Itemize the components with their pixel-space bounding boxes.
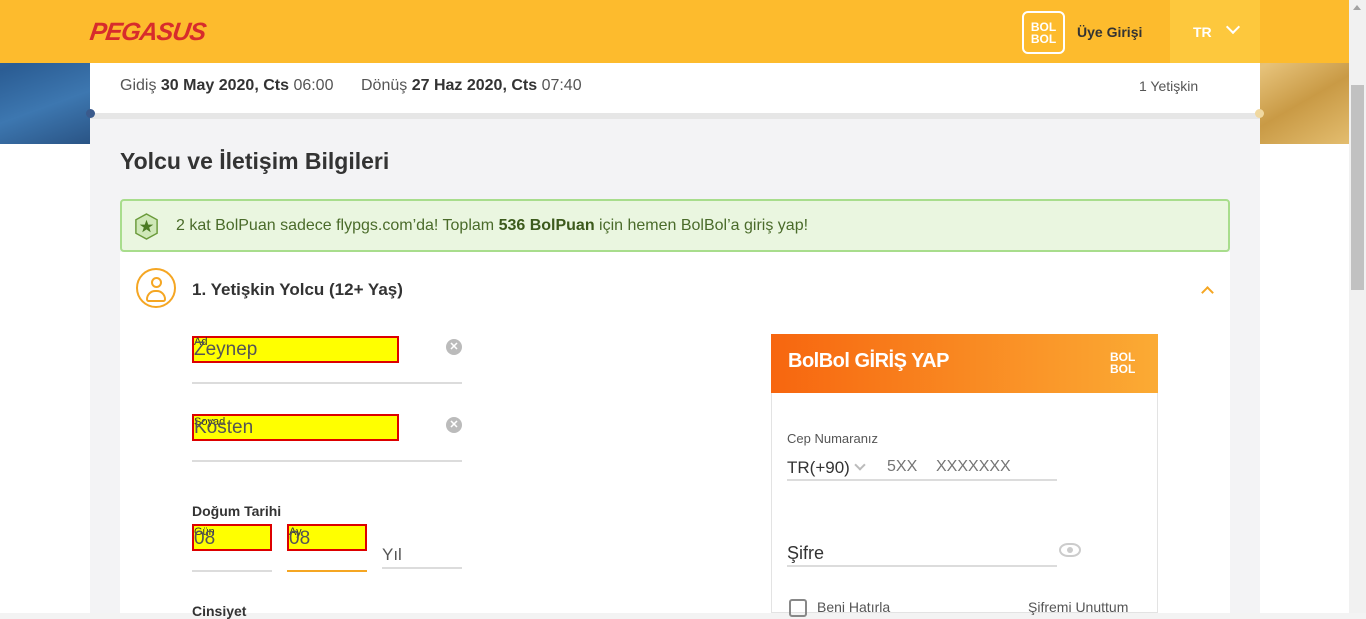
timeline-dot-right	[1255, 109, 1264, 118]
phone-number-input[interactable]	[936, 458, 1046, 476]
promo-message: 2 kat BolPuan sadece flypgs.com’da! Topl…	[176, 217, 808, 235]
phone-prefix-input[interactable]	[887, 458, 927, 476]
clear-first-name-icon[interactable]: ✕	[446, 339, 462, 355]
dob-year-underline	[382, 567, 462, 569]
bolbol-login-title: BolBol GİRİŞ YAP	[788, 350, 949, 372]
last-name-underline	[192, 460, 462, 462]
dob-label: Doğum Tarihi	[192, 503, 282, 519]
chevron-down-icon	[1225, 19, 1241, 35]
member-login-link[interactable]: Üye Girişi	[1077, 24, 1142, 40]
outbound-flight-info: Gidiş 30 May 2020, Cts 06:00	[120, 77, 333, 95]
bolbol-logo-icon[interactable]: BOL BOL	[1022, 11, 1065, 54]
language-selector[interactable]: TR	[1170, 0, 1260, 63]
dob-day-value: 08	[194, 528, 216, 549]
page-scrollbar[interactable]	[1349, 0, 1366, 613]
passenger-title: 1. Yetişkin Yolcu (12+ Yaş)	[192, 280, 403, 299]
eye-pupil	[1067, 547, 1073, 553]
remember-me-checkbox[interactable]	[789, 599, 807, 617]
phone-label: Cep Numaranız	[787, 431, 879, 446]
country-code-select[interactable]: TR(+90)	[787, 458, 850, 478]
promo-points: 536 BolPuan	[498, 217, 595, 234]
outbound-date: 30 May 2020, Cts	[160, 77, 289, 94]
password-input[interactable]: Şifre	[787, 543, 824, 564]
show-password-eye-icon[interactable]	[1059, 543, 1081, 557]
return-time: 07:40	[541, 77, 582, 94]
timeline-dot-left	[86, 109, 95, 118]
promo-text-before: 2 kat BolPuan sadece flypgs.com’da! Topl…	[176, 217, 499, 234]
phone-underline	[787, 479, 1057, 481]
clear-last-name-icon[interactable]: ✕	[446, 417, 462, 433]
outbound-prefix: Gidiş	[120, 77, 157, 94]
dob-year-input[interactable]: Yıl	[382, 545, 402, 565]
return-prefix: Dönüş	[361, 77, 408, 94]
gender-label: Cinsiyet	[192, 603, 247, 619]
promo-text-after: için hemen BolBol’a giriş yap!	[594, 217, 809, 234]
password-underline	[787, 565, 1057, 567]
dob-day-underline	[192, 570, 272, 572]
top-header: PEGASUS BOL BOL Üye Girişi TR	[0, 0, 1349, 63]
first-name-value: Zeynep	[194, 339, 258, 360]
language-label: TR	[1193, 24, 1212, 40]
bolbol-login-header: BolBol GİRİŞ YAP BOL BOL	[771, 334, 1158, 393]
scroll-up-arrow-icon[interactable]	[1353, 5, 1361, 10]
avatar-head	[151, 277, 162, 288]
last-name-value: Kösten	[194, 417, 254, 438]
dob-month-underline	[287, 570, 367, 572]
outbound-time: 06:00	[293, 77, 334, 94]
return-flight-info: Dönüş 27 Haz 2020, Cts 07:40	[361, 77, 582, 95]
first-name-underline	[192, 382, 462, 384]
scrollbar-thumb[interactable]	[1351, 85, 1364, 290]
bolbol-badge-bottom: BOL	[1030, 32, 1057, 46]
bolbol-logo-bottom: BOL	[1110, 362, 1136, 376]
page-title: Yolcu ve İletişim Bilgileri	[120, 148, 390, 174]
pegasus-logo[interactable]: PEGASUS	[88, 18, 207, 47]
avatar-body	[146, 290, 166, 302]
user-avatar-icon	[136, 268, 176, 308]
passenger-count: 1 Yetişkin	[1139, 78, 1199, 94]
bolbol-logo-icon: BOL BOL	[1110, 351, 1135, 375]
dob-month-value: 08	[289, 528, 311, 549]
return-date: 27 Haz 2020, Cts	[411, 77, 538, 94]
star-badge-icon	[135, 213, 158, 240]
